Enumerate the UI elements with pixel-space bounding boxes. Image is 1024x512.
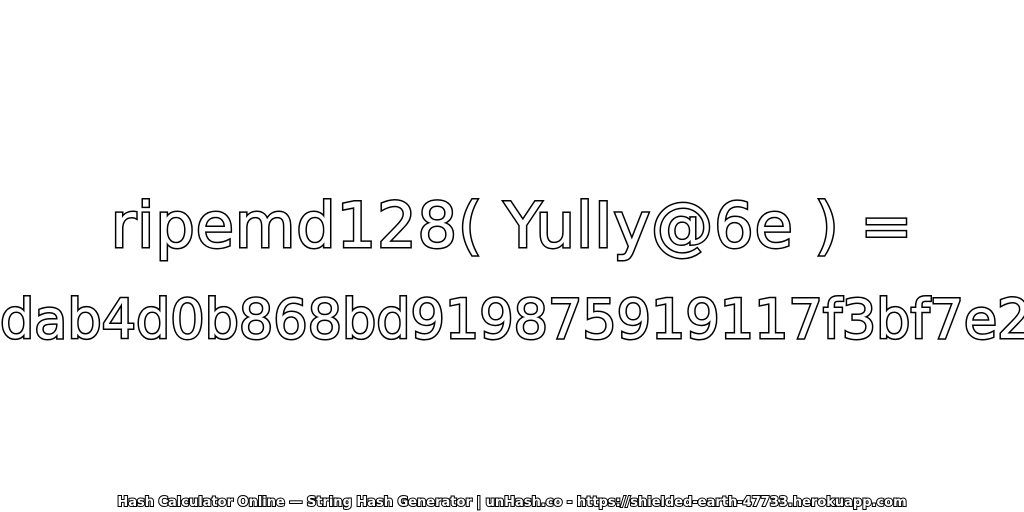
hash-expression: ripemd128( YulIy@6e ) = <box>109 188 914 264</box>
hash-result: dab4d0b868bd919875919117f3bf7e20 <box>0 287 1024 353</box>
site-footer-credit: Hash Calculator Online — String Hash Gen… <box>116 494 907 511</box>
hash-image-canvas: ripemd128( YulIy@6e ) = dab4d0b868bd9198… <box>0 0 1024 512</box>
